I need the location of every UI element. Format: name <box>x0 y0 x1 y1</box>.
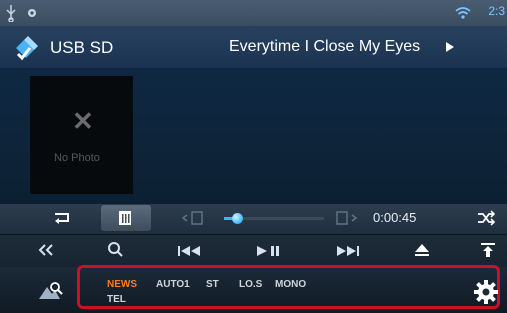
gear-small-icon <box>28 9 36 17</box>
flag-auto1: AUTO1 <box>156 279 190 290</box>
control-bar <box>0 234 507 268</box>
shuffle-icon[interactable] <box>476 210 496 226</box>
gear-icon <box>474 280 498 304</box>
source-label[interactable]: USB SD <box>50 38 113 58</box>
next-icon[interactable] <box>333 245 361 257</box>
settings-button[interactable] <box>471 277 501 307</box>
clock: 2:3 <box>488 4 505 18</box>
usb-icon <box>6 5 16 22</box>
album-art: ✕ No Photo <box>30 76 133 194</box>
flag-mono: MONO <box>275 279 307 290</box>
audio-file-icon <box>119 211 131 225</box>
flag-los: LO.S <box>239 279 263 290</box>
media-mode-button[interactable] <box>101 205 151 231</box>
progress-knob[interactable] <box>232 213 243 224</box>
track-title: Everytime I Close My Eyes <box>229 38 421 55</box>
x-icon: ✕ <box>72 106 94 136</box>
back-icon[interactable] <box>38 243 54 257</box>
wifi-icon <box>455 7 471 19</box>
status-flags-panel: NEWS AUTO1 ST LO.S MONO TEL <box>77 265 500 309</box>
elapsed-time: 0:00:45 <box>373 210 417 225</box>
no-photo-label: No Photo <box>54 152 100 164</box>
usb-sd-icon <box>16 36 38 61</box>
flag-news: NEWS <box>107 279 137 290</box>
flag-tel: TEL <box>107 294 126 305</box>
source-header: USB SD Everytime I Close My Eyes <box>0 26 507 68</box>
prev-file-icon[interactable] <box>180 210 206 226</box>
search-icon[interactable] <box>107 241 125 259</box>
eject-icon[interactable] <box>414 243 430 257</box>
status-bar: 2:3 <box>0 0 507 26</box>
tilt-icon[interactable] <box>480 242 496 258</box>
previous-icon[interactable] <box>176 245 204 257</box>
play-pause-icon[interactable] <box>255 245 281 257</box>
next-file-icon[interactable] <box>334 210 360 226</box>
photo-search-icon[interactable] <box>38 281 64 301</box>
flag-st: ST <box>206 279 219 290</box>
head-unit-screen: 2:3 USB SD Everytime I Close My Eyes ✕ N… <box>0 0 507 313</box>
progress-bar[interactable] <box>224 213 324 224</box>
play-arrow-icon[interactable] <box>445 41 455 53</box>
repeat-icon[interactable] <box>52 210 74 226</box>
